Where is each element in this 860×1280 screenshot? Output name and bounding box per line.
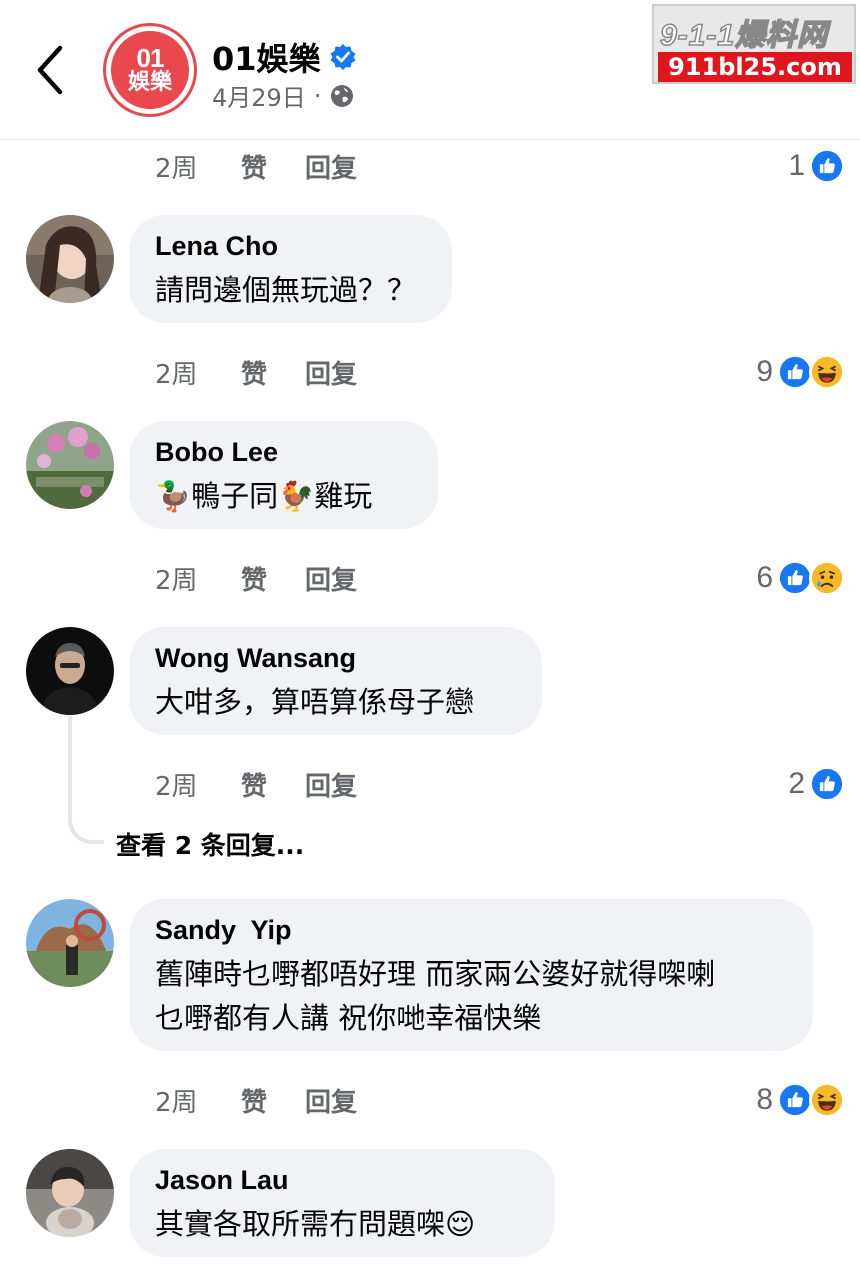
commenter-avatar[interactable] [26,627,114,715]
post-header: 01 娛樂 01娛樂 4月29日 · 9-1-1爆料网 911bl25.com [0,0,860,140]
reaction-summary[interactable]: 9 [756,352,845,392]
commenter-avatar[interactable] [26,1149,114,1237]
like-button[interactable]: 赞 [241,148,305,185]
commenter-avatar[interactable] [26,421,114,509]
comment-actions: 2周 赞 回复 2 [155,764,845,804]
reply-button[interactable]: 回复 [305,766,357,803]
avatar-photo [26,421,114,509]
reaction-count: 6 [756,561,773,594]
post-date[interactable]: 4月29日 [212,78,306,113]
post-meta: 4月29日 · [212,78,355,113]
comment-time: 2周 [155,771,198,802]
reaction-summary[interactable]: 6 [756,558,845,598]
watermark-logo: 9-1-1爆料网 911bl25.com [652,4,856,84]
avatar-photo [26,627,114,715]
reaction-summary[interactable]: 8 [756,1080,845,1120]
comment-text: 其實各取所需冇問題㗎😌 [155,1207,476,1241]
haha-reaction-icon [809,354,845,390]
page-name-row: 01娛樂 [212,34,357,80]
comment-time: 2周 [155,565,198,596]
meta-separator: · [313,81,322,110]
haha-reaction-icon [809,1082,845,1118]
avatar-photo [26,215,114,303]
comment-author[interactable]: Bobo Lee [155,437,412,468]
comment-bubble: Sandy Yip 舊陣時乜嘢都唔好理 而家兩公婆好就得㗎喇 乜嘢都有人講 祝你… [129,899,813,1051]
comment-time: 2周 [155,153,198,184]
comment-time: 2周 [155,359,198,390]
like-reaction-icon [777,560,813,596]
page-name[interactable]: 01娛樂 [212,34,321,80]
commenter-avatar[interactable] [26,899,114,987]
page-avatar-number: 01 [136,43,165,73]
comment-actions: 2周 赞 回复 6 [155,558,845,598]
comment-time: 2周 [155,1087,198,1118]
reaction-summary[interactable]: 1 [788,146,845,186]
like-button[interactable]: 赞 [241,354,305,391]
like-reaction-icon [809,766,845,802]
reaction-count: 8 [756,1083,773,1116]
comment-text: 🦆鴨子同🐓雞玩 [155,479,373,513]
reply-button[interactable]: 回复 [305,560,357,597]
comment-actions: 2周 赞 回复 8 [155,1080,845,1120]
comment-actions: 2周 赞 回复 1 [155,146,845,186]
reaction-count: 2 [788,767,805,800]
page-avatar[interactable]: 01 娛樂 [106,26,194,114]
watermark-top-text: 9-1-1爆料网 [659,18,829,53]
like-button[interactable]: 赞 [241,1082,305,1119]
watermark-url: 911bl25.com [658,52,852,82]
back-arrow-icon[interactable] [30,44,74,96]
verified-badge-icon [330,44,356,70]
globe-icon [331,84,354,107]
reply-button[interactable]: 回复 [305,354,357,391]
like-button[interactable]: 赞 [241,766,305,803]
comment-actions: 2周 赞 回复 9 [155,352,845,392]
commenter-avatar[interactable] [26,215,114,303]
like-reaction-icon [777,354,813,390]
comment-author[interactable]: Lena Cho [155,231,426,262]
view-replies-link[interactable]: 查看 2 条回复... [116,826,304,862]
reply-button[interactable]: 回复 [305,148,357,185]
comment-bubble: Jason Lau 其實各取所需冇問題㗎😌 [129,1149,555,1257]
comment-text-line-1: 舊陣時乜嘢都唔好理 而家兩公婆好就得㗎喇 [155,957,716,991]
page-avatar-text: 娛樂 [127,70,172,95]
comment-author[interactable]: Sandy Yip [155,915,787,946]
comment-text: 請問邊個無玩過？？ [155,273,417,307]
reply-button[interactable]: 回复 [305,1082,357,1119]
comment-author[interactable]: Wong Wansang [155,643,516,674]
comment-bubble: Bobo Lee 🦆鴨子同🐓雞玩 [129,421,438,529]
reaction-count: 1 [788,149,805,182]
reply-thread-line [68,716,104,844]
comment-bubble: Lena Cho 請問邊個無玩過？？ [129,215,452,323]
comment-text-line-2: 乜嘢都有人講 祝你哋幸福快樂 [155,1001,542,1035]
comment-text: 大咁多，算唔算係母子戀 [155,685,475,719]
reaction-summary[interactable]: 2 [788,764,845,804]
like-reaction-icon [777,1082,813,1118]
avatar-photo [26,1149,114,1237]
comment-author[interactable]: Jason Lau [155,1165,529,1196]
sad-reaction-icon [809,560,845,596]
like-button[interactable]: 赞 [241,560,305,597]
reaction-count: 9 [756,355,773,388]
like-reaction-icon [809,148,845,184]
comment-bubble: Wong Wansang 大咁多，算唔算係母子戀 [129,627,542,735]
avatar-photo [26,899,114,987]
